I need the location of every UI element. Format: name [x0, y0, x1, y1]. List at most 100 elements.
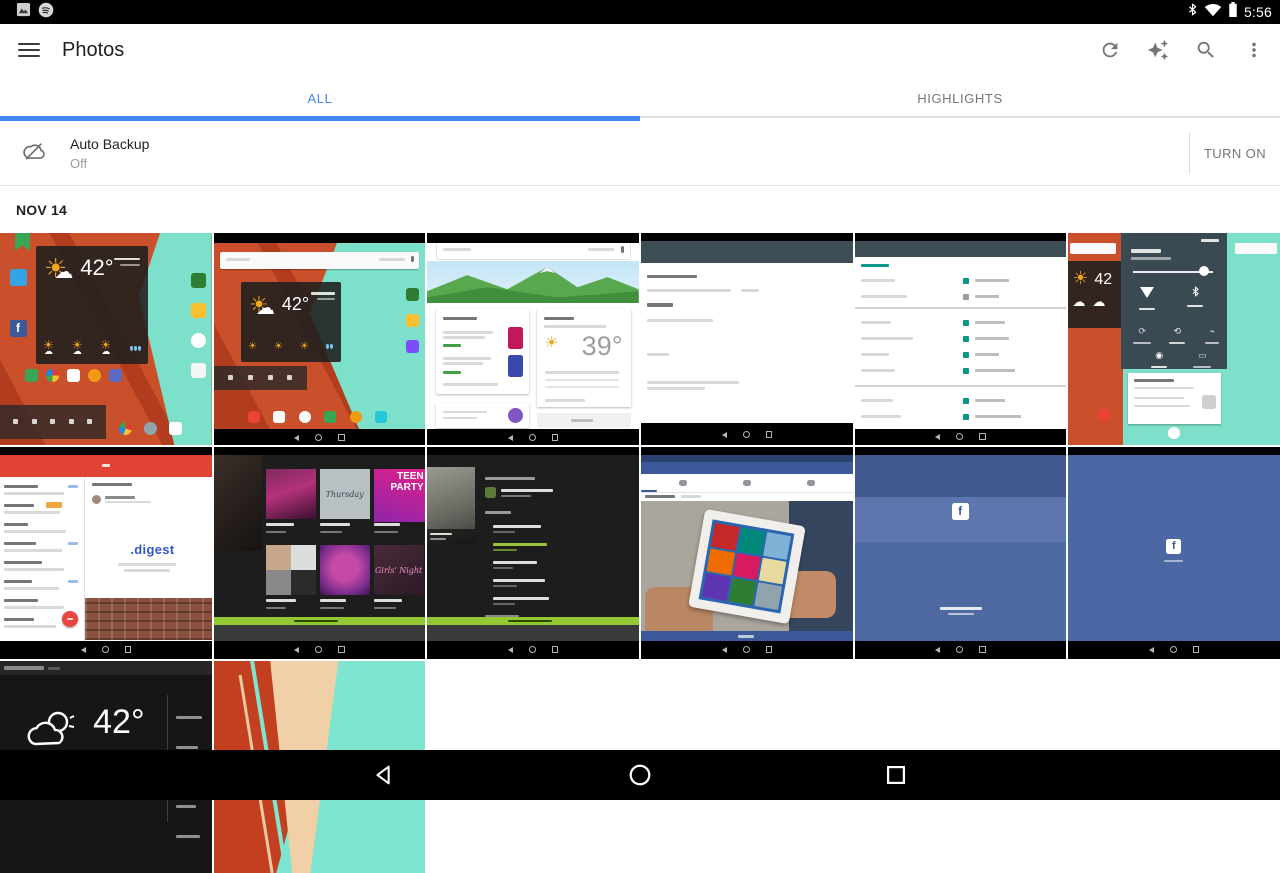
dock-app-icons	[248, 411, 388, 423]
photo-thumbnail-quick-settings[interactable]: ☀ 42 ☁ ☁ ⟳ ⟲ ⌁ ◉ ▭	[1068, 233, 1280, 445]
now-card-play-updates	[436, 309, 529, 394]
auto-backup-row[interactable]: Auto Backup Off TURN ON	[0, 121, 1280, 186]
photo-thumbnail-facebook-welcome[interactable]: f	[855, 447, 1067, 659]
gmail-header	[0, 455, 212, 477]
temperature: 42°	[80, 255, 113, 281]
sun-icon: ☀	[1072, 269, 1088, 287]
menu-icon[interactable]	[18, 39, 40, 61]
notification-thumbnail	[1202, 395, 1216, 409]
screen-content: Thursday TEEN PARTY Girls' Night	[214, 455, 426, 641]
search-bar	[220, 252, 419, 269]
facebook-logo: f	[1166, 539, 1181, 554]
album-title: Girls' Night	[374, 545, 424, 595]
now-playing-bar	[427, 617, 639, 625]
screen-bezel	[641, 447, 853, 455]
weather-widget-fragment: ☀ 42 ☁ ☁	[1068, 261, 1121, 329]
auto-awesome-icon[interactable]	[1146, 38, 1170, 62]
recents-button[interactable]	[768, 762, 1024, 788]
thumbnail-navbar-icons	[427, 646, 639, 653]
photo-thumbnail-facebook-post[interactable]	[641, 447, 853, 659]
side-artwork	[214, 455, 262, 551]
cloud-icon: ☁	[1092, 295, 1105, 308]
home-button[interactable]	[512, 762, 768, 788]
band	[855, 542, 1067, 587]
auto-backup-title: Auto Backup	[70, 136, 149, 152]
photo-thumbnail-settings[interactable]	[855, 233, 1067, 445]
photo-thumbnail-app-info[interactable]	[641, 233, 853, 445]
product-image	[508, 327, 523, 349]
app-icon-row	[25, 369, 122, 382]
band	[855, 455, 1067, 497]
photo-thumbnail-play-music-grid[interactable]: Thursday TEEN PARTY Girls' Night	[214, 447, 426, 659]
overflow-menu-icon[interactable]	[1242, 38, 1266, 62]
album-title: TEEN PARTY	[374, 469, 426, 522]
tab-divider	[640, 116, 1280, 118]
photo-thumbnail-homescreen-landscape[interactable]: ☀☁42° ☀ ☀ ☀	[214, 233, 426, 445]
screen-bezel	[855, 233, 1067, 241]
album-card: Girls' Night	[374, 545, 424, 595]
thumbnail-navbar-icons	[855, 646, 1067, 653]
search-icon[interactable]	[1194, 38, 1218, 62]
tab-highlights[interactable]: HIGHLIGHTS	[640, 76, 1280, 121]
divider	[1189, 132, 1190, 174]
thumbnail-navbar-icons	[641, 431, 853, 438]
system-navigation-bar	[0, 750, 1280, 800]
cast-screen-tile: ▭	[1193, 345, 1211, 368]
photo-thumbnail-google-now[interactable]: ☀☁ 39°	[427, 233, 639, 445]
spotify-notification-icon	[38, 2, 54, 23]
photo-thumbnail-facebook-loading[interactable]: f	[1068, 447, 1280, 659]
bluetooth-icon	[1187, 2, 1198, 22]
photo-thumbnail-homescreen-portrait[interactable]: f ☀☁42° ☀☁ ☀☁ ☀☁	[0, 233, 212, 445]
screen-content	[427, 455, 639, 641]
search-bar-fragment	[1235, 243, 1277, 254]
thumbnail-navbar-icons	[214, 434, 426, 441]
tab-bar: ALL HIGHLIGHTS	[0, 76, 1280, 121]
bluetooth-tile	[1187, 285, 1203, 307]
status-time: 5:56	[1244, 4, 1272, 20]
thumbnail-navbar-icons	[214, 646, 426, 653]
top-strip	[0, 661, 212, 675]
email-photo-bricks	[85, 598, 212, 640]
refresh-icon[interactable]	[1098, 38, 1122, 62]
facebook-status-strip	[641, 455, 853, 462]
facebook-bottom-bar	[641, 631, 853, 641]
brightness-knob	[1199, 266, 1209, 276]
cloud-icon: ☁	[54, 263, 73, 282]
facebook-header	[641, 462, 853, 474]
email-logo-text: .digest	[102, 542, 204, 557]
screen-bezel	[1068, 447, 1280, 455]
temperature: 39°	[582, 331, 623, 362]
album-card: TEEN PARTY	[374, 469, 424, 522]
right-app-icons	[191, 273, 206, 378]
search-bar-fragment	[1070, 243, 1116, 254]
quick-settings-panel: ⟳ ⟲ ⌁ ◉ ▭	[1121, 233, 1227, 369]
right-app-icons	[406, 288, 419, 353]
thumbnail-navbar-icons	[855, 433, 1067, 440]
temperature: 42	[1094, 271, 1112, 289]
messages-icon	[743, 480, 751, 486]
dock	[0, 405, 106, 439]
photo-thumbnail-gmail[interactable]: .digest	[0, 447, 212, 659]
album-card	[266, 469, 316, 519]
wifi-tile	[1139, 285, 1155, 310]
partly-cloudy-icon: ☀☁	[544, 335, 560, 353]
wifi-icon	[1204, 3, 1222, 22]
album-title: Thursday	[320, 469, 370, 519]
widget-toolbar	[214, 366, 307, 390]
battery-icon	[1228, 2, 1238, 22]
sender-avatar	[92, 495, 101, 504]
flashlight-tile: ⌁	[1205, 321, 1219, 344]
photo-thumbnail-play-music-album[interactable]	[427, 447, 639, 659]
tab-all[interactable]: ALL	[0, 76, 640, 121]
turn-on-button[interactable]: TURN ON	[1204, 121, 1266, 185]
album-card	[320, 545, 370, 595]
screen-bezel	[855, 447, 1067, 455]
forecast-row: ☀☁ ☀☁ ☀☁	[43, 336, 141, 356]
back-button[interactable]	[256, 762, 512, 788]
temperature: 42°	[93, 703, 144, 742]
screen-bezel	[214, 447, 426, 455]
post-photo	[641, 501, 853, 631]
card-footer-button	[537, 413, 630, 428]
facebook-toolbar	[641, 474, 853, 493]
auto-rotate-tile: ⟳	[1133, 321, 1151, 344]
